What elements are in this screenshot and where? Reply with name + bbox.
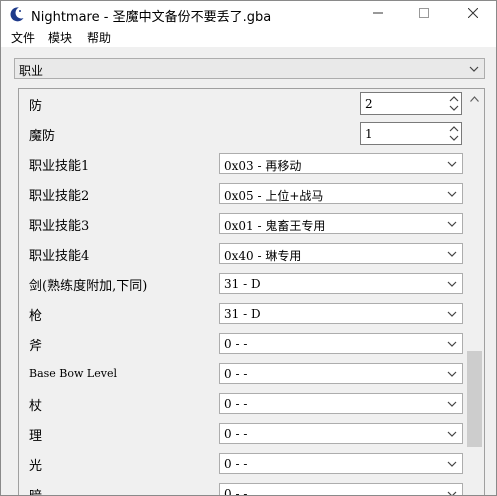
chevron-down-icon	[446, 458, 458, 470]
lance-select[interactable]: 31 - D	[219, 303, 463, 324]
menu-file[interactable]: 文件	[11, 29, 35, 46]
skill4-value: 0x40 - 琳专用	[224, 249, 302, 263]
chevron-down-icon	[446, 308, 458, 320]
anima-select[interactable]: 0 - -	[219, 423, 463, 444]
skill4-label: 职业技能4	[29, 249, 90, 264]
anima-label: 理	[29, 429, 43, 444]
anima-value: 0 - -	[224, 427, 248, 441]
close-icon	[467, 7, 479, 21]
resistance-label: 魔防	[29, 129, 56, 144]
bow-select[interactable]: 0 - -	[219, 363, 463, 384]
lance-value: 31 - D	[224, 307, 261, 321]
chevron-down-icon	[468, 63, 480, 75]
row-anima: 理 0 - -	[19, 419, 465, 449]
chevron-up-icon	[470, 91, 479, 105]
row-bow: Base Bow Level 0 - -	[19, 359, 465, 389]
menu-bar: 文件 模块 帮助	[1, 27, 496, 47]
dark-select[interactable]: 0 - -	[219, 483, 463, 495]
minimize-button[interactable]	[355, 1, 401, 27]
window-title: Nightmare - 圣魔中文备份不要丢了.gba	[31, 10, 272, 25]
skill3-select[interactable]: 0x01 - 鬼畜王专用	[219, 213, 463, 234]
staff-select[interactable]: 0 - -	[219, 393, 463, 414]
sword-label: 剑(熟练度附加,下同)	[29, 279, 148, 294]
chevron-down-icon	[446, 158, 458, 170]
lance-label: 枪	[29, 309, 43, 324]
bow-value: 0 - -	[224, 367, 248, 381]
skill1-value: 0x03 - 再移动	[224, 159, 302, 173]
skill1-select[interactable]: 0x03 - 再移动	[219, 153, 463, 174]
bow-label: Base Bow Level	[29, 367, 117, 380]
skill2-select[interactable]: 0x05 - 上位+战马	[219, 183, 463, 204]
row-lance: 枪 31 - D	[19, 299, 465, 329]
row-skill1: 职业技能1 0x03 - 再移动	[19, 149, 465, 179]
scrollbar-thumb[interactable]	[467, 351, 482, 447]
skill2-value: 0x05 - 上位+战马	[224, 189, 324, 203]
skill3-label: 职业技能3	[29, 219, 90, 234]
chevron-down-icon	[446, 338, 458, 350]
light-value: 0 - -	[224, 457, 248, 471]
maximize-icon	[419, 7, 429, 21]
title-bar[interactable]: Nightmare - 圣魔中文备份不要丢了.gba	[1, 1, 496, 27]
staff-label: 杖	[29, 399, 43, 414]
defense-input[interactable]: 2	[360, 92, 462, 115]
light-select[interactable]: 0 - -	[219, 453, 463, 474]
chevron-down-icon	[446, 398, 458, 410]
row-skill2: 职业技能2 0x05 - 上位+战马	[19, 179, 465, 209]
row-light: 光 0 - -	[19, 449, 465, 479]
spin-arrows-icon[interactable]	[448, 124, 460, 143]
sword-select[interactable]: 31 - D	[219, 273, 463, 294]
module-select[interactable]: 职业	[14, 58, 485, 79]
axe-label: 斧	[29, 339, 43, 354]
minimize-icon	[373, 7, 383, 21]
menu-help[interactable]: 帮助	[87, 29, 111, 46]
chevron-down-icon	[446, 428, 458, 440]
menu-module[interactable]: 模块	[48, 29, 72, 46]
defense-label: 防	[29, 99, 43, 114]
crescent-moon-icon	[9, 6, 25, 22]
dark-label: 暗	[29, 485, 42, 495]
axe-value: 0 - -	[224, 337, 248, 351]
chevron-down-icon	[446, 368, 458, 380]
defense-value: 2	[365, 97, 373, 111]
row-skill3: 职业技能3 0x01 - 鬼畜王专用	[19, 209, 465, 239]
row-skill4: 职业技能4 0x40 - 琳专用	[19, 239, 465, 269]
maximize-button[interactable]	[401, 1, 447, 27]
chevron-down-icon	[446, 218, 458, 230]
row-staff: 杖 0 - -	[19, 389, 465, 419]
chevron-down-icon	[446, 188, 458, 200]
sword-value: 31 - D	[224, 277, 261, 291]
light-label: 光	[29, 459, 43, 474]
app-window: Nightmare - 圣魔中文备份不要丢了.gba 文件 模块 帮助 职业 防…	[0, 0, 497, 496]
spin-arrows-icon[interactable]	[448, 94, 460, 113]
row-sword: 剑(熟练度附加,下同) 31 - D	[19, 269, 465, 299]
skill3-value: 0x01 - 鬼畜王专用	[224, 219, 326, 233]
row-dark: 暗 0 - -	[19, 479, 465, 495]
skill1-label: 职业技能1	[29, 159, 90, 174]
chevron-down-icon	[446, 488, 458, 495]
resistance-input[interactable]: 1	[360, 122, 462, 145]
skill2-label: 职业技能2	[29, 189, 90, 204]
resistance-value: 1	[365, 127, 373, 141]
dark-value: 0 - -	[224, 487, 248, 495]
vertical-scrollbar[interactable]	[465, 89, 484, 495]
close-button[interactable]	[450, 1, 496, 27]
scroll-up-button[interactable]	[465, 89, 484, 106]
field-panel: 防 2 魔防 1 职业技能1 0x03 - 再移动 职业技能2 0x05 - 上…	[18, 88, 485, 495]
axe-select[interactable]: 0 - -	[219, 333, 463, 354]
skill4-select[interactable]: 0x40 - 琳专用	[219, 243, 463, 264]
chevron-down-icon	[446, 248, 458, 260]
chevron-down-icon	[446, 278, 458, 290]
row-defense: 防 2	[19, 89, 465, 119]
row-resistance: 魔防 1	[19, 119, 465, 149]
staff-value: 0 - -	[224, 397, 248, 411]
row-axe: 斧 0 - -	[19, 329, 465, 359]
module-select-value: 职业	[19, 64, 44, 78]
